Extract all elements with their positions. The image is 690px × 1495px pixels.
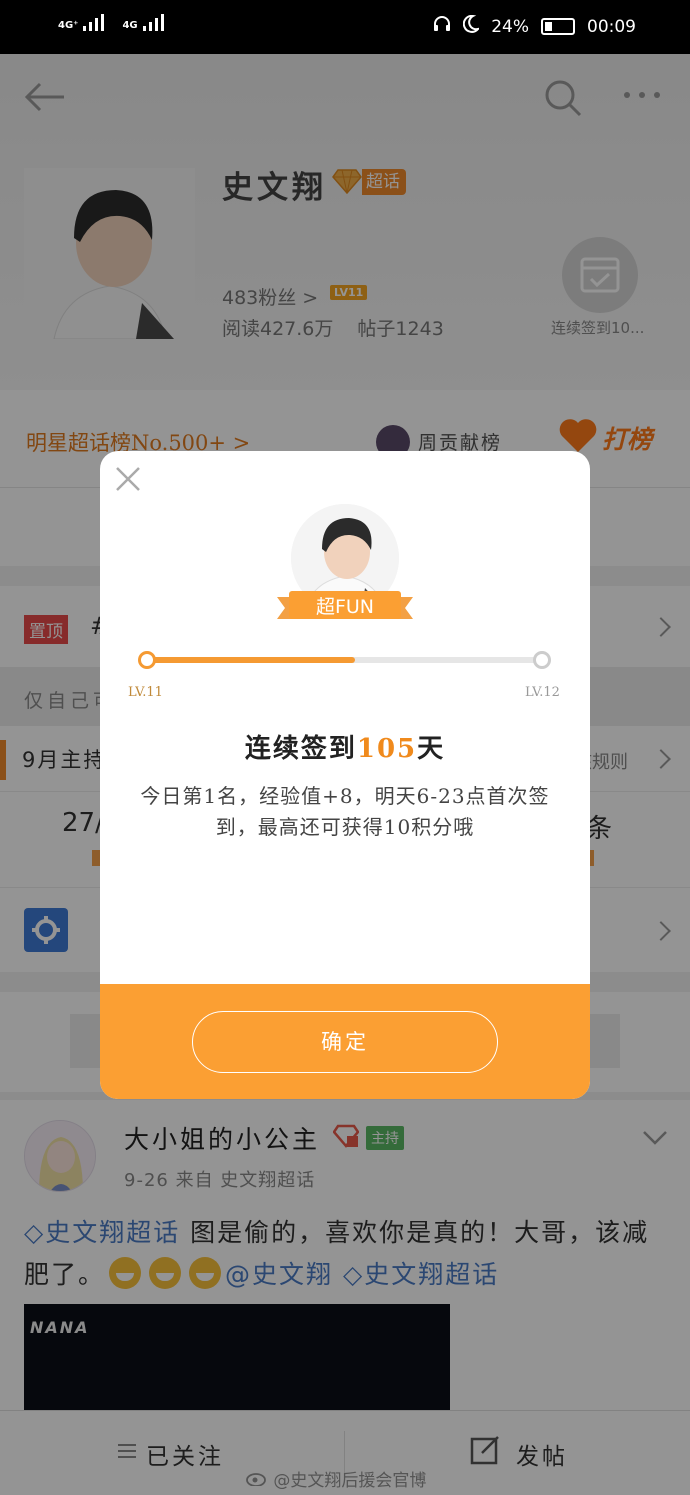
checkin-success-modal: 超FUN LV.11 LV.12 连续签到105天 今日第1名，经验值+8，明天… bbox=[100, 451, 590, 1099]
level-progress-track bbox=[146, 657, 540, 663]
weibo-logo-icon bbox=[246, 1471, 273, 1491]
next-level-label: LV.12 bbox=[525, 685, 560, 700]
headphone-icon bbox=[433, 15, 451, 38]
close-icon[interactable] bbox=[114, 465, 142, 493]
progress-start-dot bbox=[138, 651, 156, 669]
headline-suffix: 天 bbox=[417, 734, 446, 764]
progress-end-dot bbox=[533, 651, 551, 669]
moon-icon bbox=[463, 14, 481, 38]
checkin-description: 今日第1名，经验值+8，明天6-23点首次签到，最高还可获得10积分哦 bbox=[140, 784, 550, 839]
weibo-watermark: @史文翔后援会官博 bbox=[246, 1466, 426, 1491]
ribbon-label: 超FUN bbox=[315, 596, 375, 618]
checkin-headline: 连续签到105天 bbox=[100, 728, 590, 765]
battery-icon bbox=[541, 18, 575, 35]
battery-percent: 24% bbox=[491, 16, 529, 37]
current-level-label: LV.11 bbox=[128, 685, 163, 700]
signal-icon-2: 4G bbox=[122, 14, 164, 31]
status-bar: 4G⁺ 4G 24% 00:09 bbox=[0, 0, 690, 54]
streak-days: 105 bbox=[356, 734, 418, 764]
headline-prefix: 连续签到 bbox=[244, 734, 357, 764]
confirm-button[interactable]: 确定 bbox=[192, 1011, 498, 1073]
modal-footer: 确定 bbox=[100, 984, 590, 1099]
watermark-text: @史文翔后援会官博 bbox=[273, 1471, 427, 1491]
clock: 00:09 bbox=[587, 16, 636, 37]
level-progress-fill bbox=[146, 657, 355, 663]
signal-icon: 4G⁺ bbox=[58, 14, 105, 31]
network-type-2: 4G bbox=[122, 20, 138, 31]
network-type-1: 4G⁺ bbox=[58, 20, 79, 31]
